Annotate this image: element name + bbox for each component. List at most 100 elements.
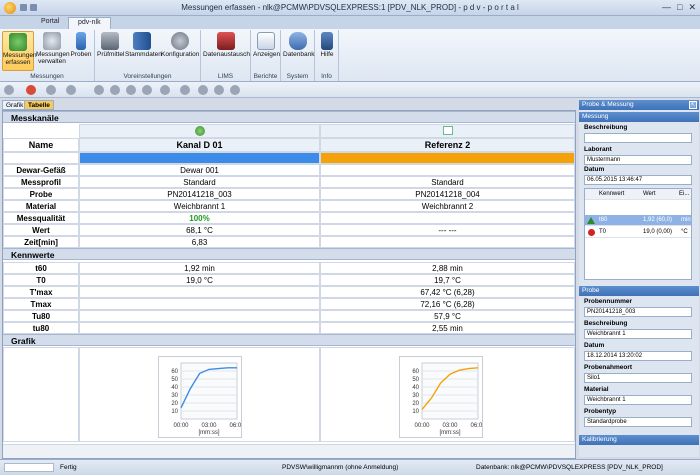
beschreibung-field[interactable] <box>584 133 692 143</box>
channel1-name[interactable]: Kanal D 01 <box>79 138 320 152</box>
close-button[interactable]: ✕ <box>688 2 696 13</box>
probe-field-value[interactable]: 18.12.2014 13:20:02 <box>584 351 692 361</box>
hilfe-button[interactable]: Hilfe <box>317 31 337 71</box>
group-label-system: System <box>286 73 309 80</box>
stop-icon[interactable] <box>26 85 36 95</box>
window-title: Messungen erfassen - nlk@PCMW\PDVSQLEXPR… <box>181 3 519 12</box>
kennwert-value-channel1 <box>79 310 320 322</box>
probe-field-label: Probenahmeort <box>584 364 633 371</box>
pruefmittel-button[interactable]: Prüfmittel <box>97 31 124 71</box>
tab-pdv-nlk[interactable]: pdv-nlk <box>68 17 111 29</box>
report-icon <box>257 32 275 50</box>
anzeigen-button[interactable]: Anzeigen <box>253 31 280 71</box>
kennwert-table: Kennwert Wert Ei... t60 1,92 (60,0) min … <box>584 188 692 280</box>
row-value-channel2: --- --- <box>320 224 575 236</box>
group-lims: Datenaustausch LIMS <box>201 30 251 81</box>
row-label: Probe <box>3 188 79 200</box>
progress-field <box>4 463 54 472</box>
table-icon[interactable] <box>160 85 170 95</box>
status-bar: Fertig PDVSW\willigmannm (ohne Anmeldung… <box>0 459 700 475</box>
kennwert-row-t0[interactable]: T0 19,0 (0,00) °C <box>585 227 691 238</box>
group-voreinstellungen: Prüfmittel Stammdaten Konfiguration Vore… <box>95 30 201 81</box>
channel-active-icon <box>194 126 205 136</box>
chart-channel2[interactable]: 60 50 40 30 20 10 00:00 03:00 06:00 [mm:ss] <box>399 356 483 438</box>
x-tick-label: 00:00 <box>414 423 430 429</box>
x-axis-label: [mm:ss] <box>440 430 461 436</box>
status-database: Datenbank: nlk@PCMW\PDVSQLEXPRESS [PDV_N… <box>476 464 663 471</box>
maximize-button[interactable]: □ <box>677 2 682 13</box>
group-berichte: Anzeigen Berichte <box>251 30 281 81</box>
panel-header-messung[interactable]: Messung <box>579 112 699 122</box>
probe-field-label: Beschreibung <box>584 320 628 327</box>
kennwert-value-channel2: 67,42 °C (6,28) <box>320 286 575 298</box>
y-tick-label: 60 <box>171 369 178 375</box>
channel2-name[interactable]: Referenz 2 <box>320 138 575 152</box>
horizontal-scrollbar[interactable] <box>3 444 575 458</box>
link-icon[interactable] <box>214 85 224 95</box>
probe-field-value[interactable]: PN20141218_003 <box>584 307 692 317</box>
row-label: Messqualität <box>3 212 79 224</box>
pin-icon[interactable]: ⇱ <box>689 101 697 109</box>
row-label: Messprofil <box>3 176 79 188</box>
status-text: Fertig <box>60 464 77 471</box>
messungen-verwalten-button[interactable]: Messungen verwalten <box>36 31 70 71</box>
konfiguration-button[interactable]: Konfiguration <box>161 31 199 71</box>
channel1-color-bar <box>79 152 320 164</box>
probe-field-label: Probentyp <box>584 408 617 415</box>
section-grafik: Grafik <box>3 334 575 346</box>
kennwert-value-channel1 <box>79 298 320 310</box>
probe-field-value[interactable]: Weichbrannt 1 <box>584 329 692 339</box>
settings-icon[interactable] <box>94 85 104 95</box>
triangle-icon <box>587 217 595 224</box>
measurement-toolbar <box>0 82 700 98</box>
group-info: Hilfe Info <box>315 30 339 81</box>
y-tick-label: 20 <box>412 401 419 407</box>
delete-icon[interactable] <box>66 85 76 95</box>
chart-channel1[interactable]: 60 50 40 30 20 10 00:00 03:00 06:00 [mm:ss] <box>158 356 242 438</box>
group-label-info: Info <box>321 73 332 80</box>
probe-field-value[interactable]: Standardprobe <box>584 417 692 427</box>
datenaustausch-button[interactable]: Datenaustausch <box>203 31 250 71</box>
laborant-field[interactable]: Mustermann <box>584 155 692 165</box>
x-tick-label: 06:00 <box>470 423 483 429</box>
proben-button[interactable]: Proben <box>70 31 92 71</box>
chart-icon[interactable] <box>198 85 208 95</box>
status-user: PDVSW\willigmannm (ohne Anmeldung) <box>282 464 399 471</box>
datum-field[interactable]: 06.05.2015 13:46:47 <box>584 175 692 185</box>
row-value-channel1: 68,1 °C <box>79 224 320 236</box>
kennwert-label: Tu80 <box>3 310 79 322</box>
beschreibung-label: Beschreibung <box>584 124 628 131</box>
row-label: Material <box>3 200 79 212</box>
row-value-channel1: Dewar 001 <box>79 164 320 176</box>
window-controls: — □ ✕ <box>662 2 696 13</box>
tab-portal[interactable]: Portal <box>32 17 68 29</box>
export-icon[interactable] <box>142 85 152 95</box>
database-icon <box>289 32 307 50</box>
minimize-button[interactable]: — <box>662 2 671 13</box>
kennwert-value-channel2: 19,7 °C <box>320 274 575 286</box>
x-tick-label: 03:00 <box>201 423 217 429</box>
y-tick-label: 20 <box>171 401 178 407</box>
kennwert-label: tu80 <box>3 322 79 334</box>
probe-field-value[interactable]: Silo1 <box>584 373 692 383</box>
probe-field-value[interactable]: Weichbrannt 1 <box>584 395 692 405</box>
messungen-erfassen-button[interactable]: Messungen erfassen <box>2 31 37 71</box>
row-label: Zeit[min] <box>3 236 79 248</box>
panel-header-kalibrierung[interactable]: Kalibrierung <box>579 435 699 445</box>
stammdaten-button[interactable]: Stammdaten <box>125 31 162 71</box>
kennwert-row-t60[interactable]: t60 1,92 (60,0) min <box>585 215 691 226</box>
cube-icon[interactable] <box>230 85 240 95</box>
formula-icon[interactable] <box>180 85 190 95</box>
section-messkanaele: Messkanäle <box>3 111 575 123</box>
check-icon[interactable] <box>46 85 56 95</box>
refresh-icon[interactable] <box>4 85 14 95</box>
tab-tabelle[interactable]: Tabelle <box>24 100 54 110</box>
filter-icon[interactable] <box>126 85 136 95</box>
ribbon: Messungen erfassen Messungen verwalten P… <box>0 29 700 82</box>
panel-header-probe[interactable]: Probe <box>579 286 699 296</box>
kennwert-value-channel2: 72,16 °C (6,28) <box>320 298 575 310</box>
datenbank-button[interactable]: Datenbank <box>283 31 314 71</box>
y-tick-label: 10 <box>171 409 178 415</box>
flask-small-icon[interactable] <box>110 85 120 95</box>
x-tick-label: 03:00 <box>442 423 458 429</box>
